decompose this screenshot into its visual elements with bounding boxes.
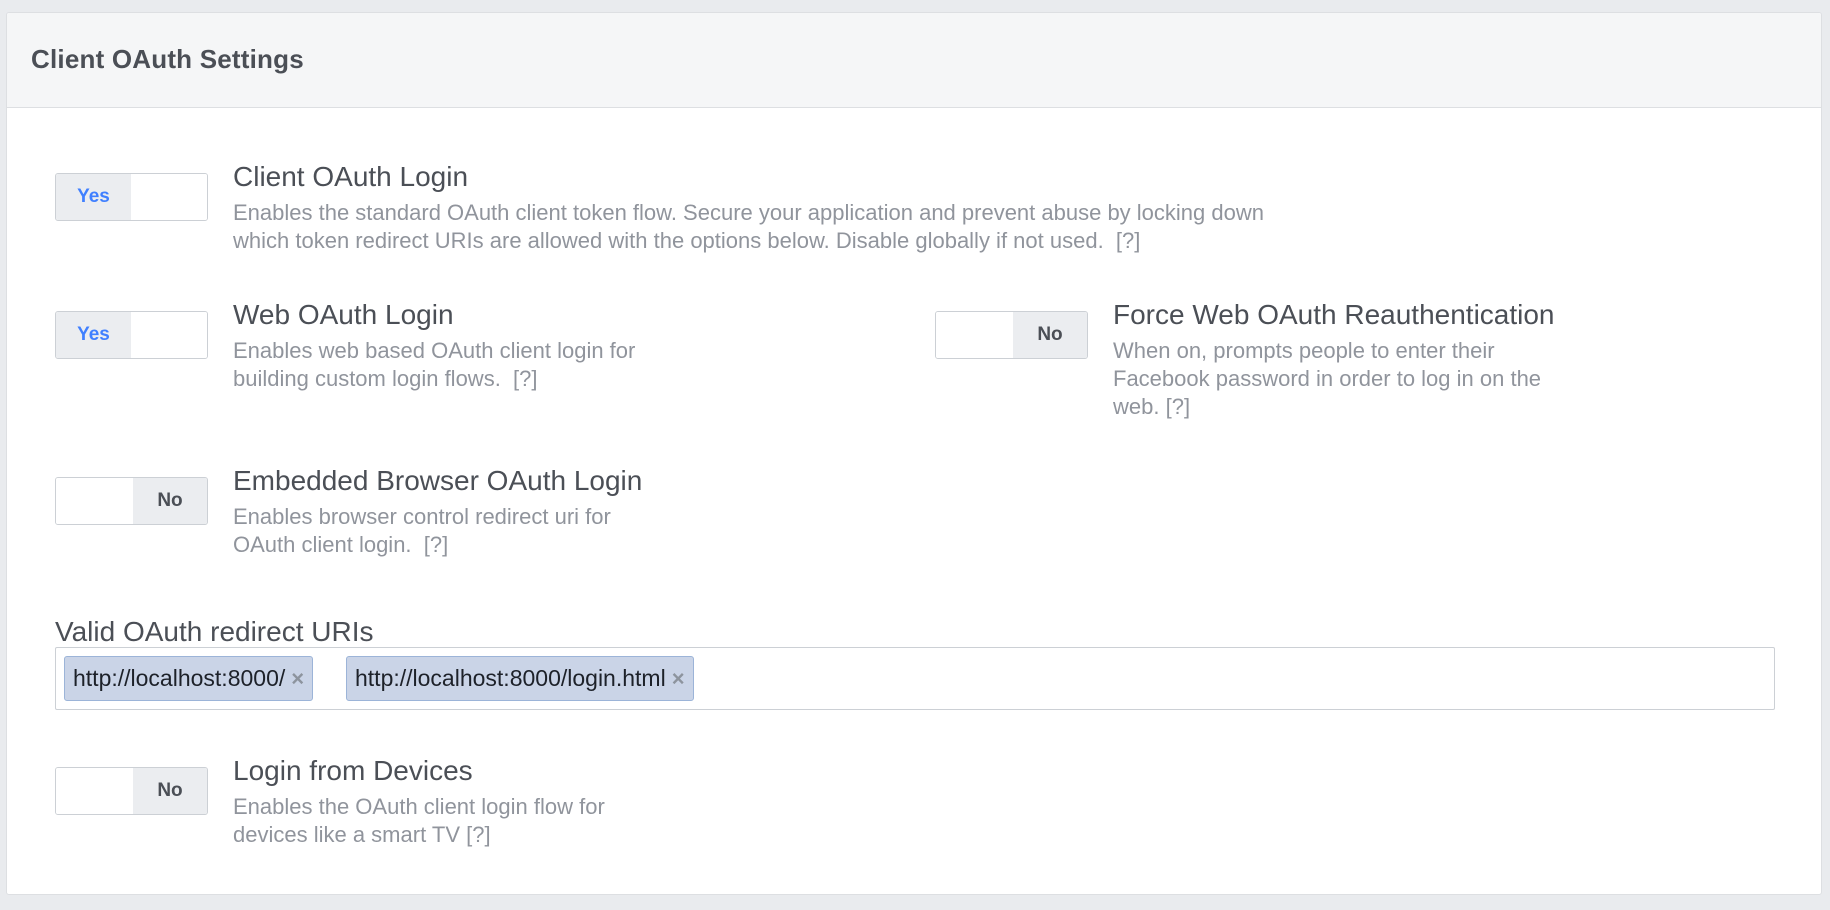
help-link[interactable]: [?]	[1116, 228, 1140, 253]
client-oauth-login-toggle[interactable]: Yes	[55, 173, 208, 221]
login-from-devices-description: Enables the OAuth client login flow for …	[233, 793, 753, 849]
help-link[interactable]: [?]	[1166, 394, 1190, 419]
uri-token-text: http://localhost:8000/login.html	[355, 665, 666, 691]
description-line: Enables the OAuth client login flow for	[233, 794, 605, 819]
description-line: Enables the standard OAuth client token …	[233, 200, 1264, 225]
description-line: building custom login flows. [?]	[233, 365, 753, 393]
force-web-reauth-title: Force Web OAuth Reauthentication	[1113, 299, 1555, 330]
description-line: Facebook password in order to log in on …	[1113, 366, 1542, 391]
panel-header: Client OAuth Settings	[7, 13, 1821, 108]
remove-token-icon[interactable]: ×	[291, 666, 304, 692]
uri-token[interactable]: http://localhost:8000/ ×	[64, 656, 314, 701]
toggle-knob	[56, 768, 134, 814]
description-text: web.	[1113, 394, 1160, 419]
remove-token-icon[interactable]: ×	[672, 666, 685, 692]
description-line: When on, prompts people to enter their	[1113, 338, 1495, 363]
redirect-uris-label: Valid OAuth redirect URIs	[55, 616, 374, 647]
toggle-knob	[131, 312, 207, 358]
client-oauth-login-description: Enables the standard OAuth client token …	[233, 199, 1433, 255]
embedded-browser-oauth-login-description: Enables browser control redirect uri for…	[233, 503, 753, 559]
client-oauth-login-title: Client OAuth Login	[233, 161, 469, 192]
description-text: devices like a smart TV	[233, 822, 461, 847]
login-from-devices-title: Login from Devices	[233, 755, 473, 786]
embedded-browser-oauth-login-toggle[interactable]: No	[55, 477, 208, 525]
force-web-reauth-toggle[interactable]: No	[935, 311, 1088, 359]
description-line: OAuth client login. [?]	[233, 531, 753, 559]
description-text: building custom login flows.	[233, 366, 501, 391]
web-oauth-login-title: Web OAuth Login	[233, 299, 454, 330]
uri-token-text: http://localhost:8000/	[73, 665, 286, 691]
description-line: Enables web based OAuth client login for	[233, 338, 636, 363]
uri-token[interactable]: http://localhost:8000/login.html ×	[346, 656, 694, 701]
description-text: OAuth client login.	[233, 532, 412, 557]
description-line: devices like a smart TV [?]	[233, 821, 753, 849]
toggle-knob	[56, 478, 134, 524]
toggle-knob	[131, 174, 207, 220]
force-web-reauth-description: When on, prompts people to enter their F…	[1113, 337, 1633, 421]
login-from-devices-toggle[interactable]: No	[55, 767, 208, 815]
help-link[interactable]: [?]	[513, 366, 537, 391]
panel-title: Client OAuth Settings	[31, 44, 304, 74]
toggle-state-label: Yes	[56, 312, 132, 358]
toggle-state-label: No	[133, 478, 207, 524]
oauth-settings-panel: Client OAuth Settings Yes Client OAuth L…	[6, 12, 1822, 895]
toggle-knob	[936, 312, 1014, 358]
toggle-state-label: No	[1013, 312, 1087, 358]
description-text: which token redirect URIs are allowed wi…	[233, 228, 1104, 253]
embedded-browser-oauth-login-title: Embedded Browser OAuth Login	[233, 465, 643, 496]
description-line: Enables browser control redirect uri for	[233, 504, 611, 529]
help-link[interactable]: [?]	[466, 822, 490, 847]
web-oauth-login-toggle[interactable]: Yes	[55, 311, 208, 359]
toggle-state-label: Yes	[56, 174, 132, 220]
description-line: web. [?]	[1113, 393, 1633, 421]
toggle-state-label: No	[133, 768, 207, 814]
web-oauth-login-description: Enables web based OAuth client login for…	[233, 337, 753, 393]
description-line: which token redirect URIs are allowed wi…	[233, 227, 1433, 255]
help-link[interactable]: [?]	[424, 532, 448, 557]
redirect-uris-input[interactable]: http://localhost:8000/ × http://localhos…	[55, 647, 1775, 710]
